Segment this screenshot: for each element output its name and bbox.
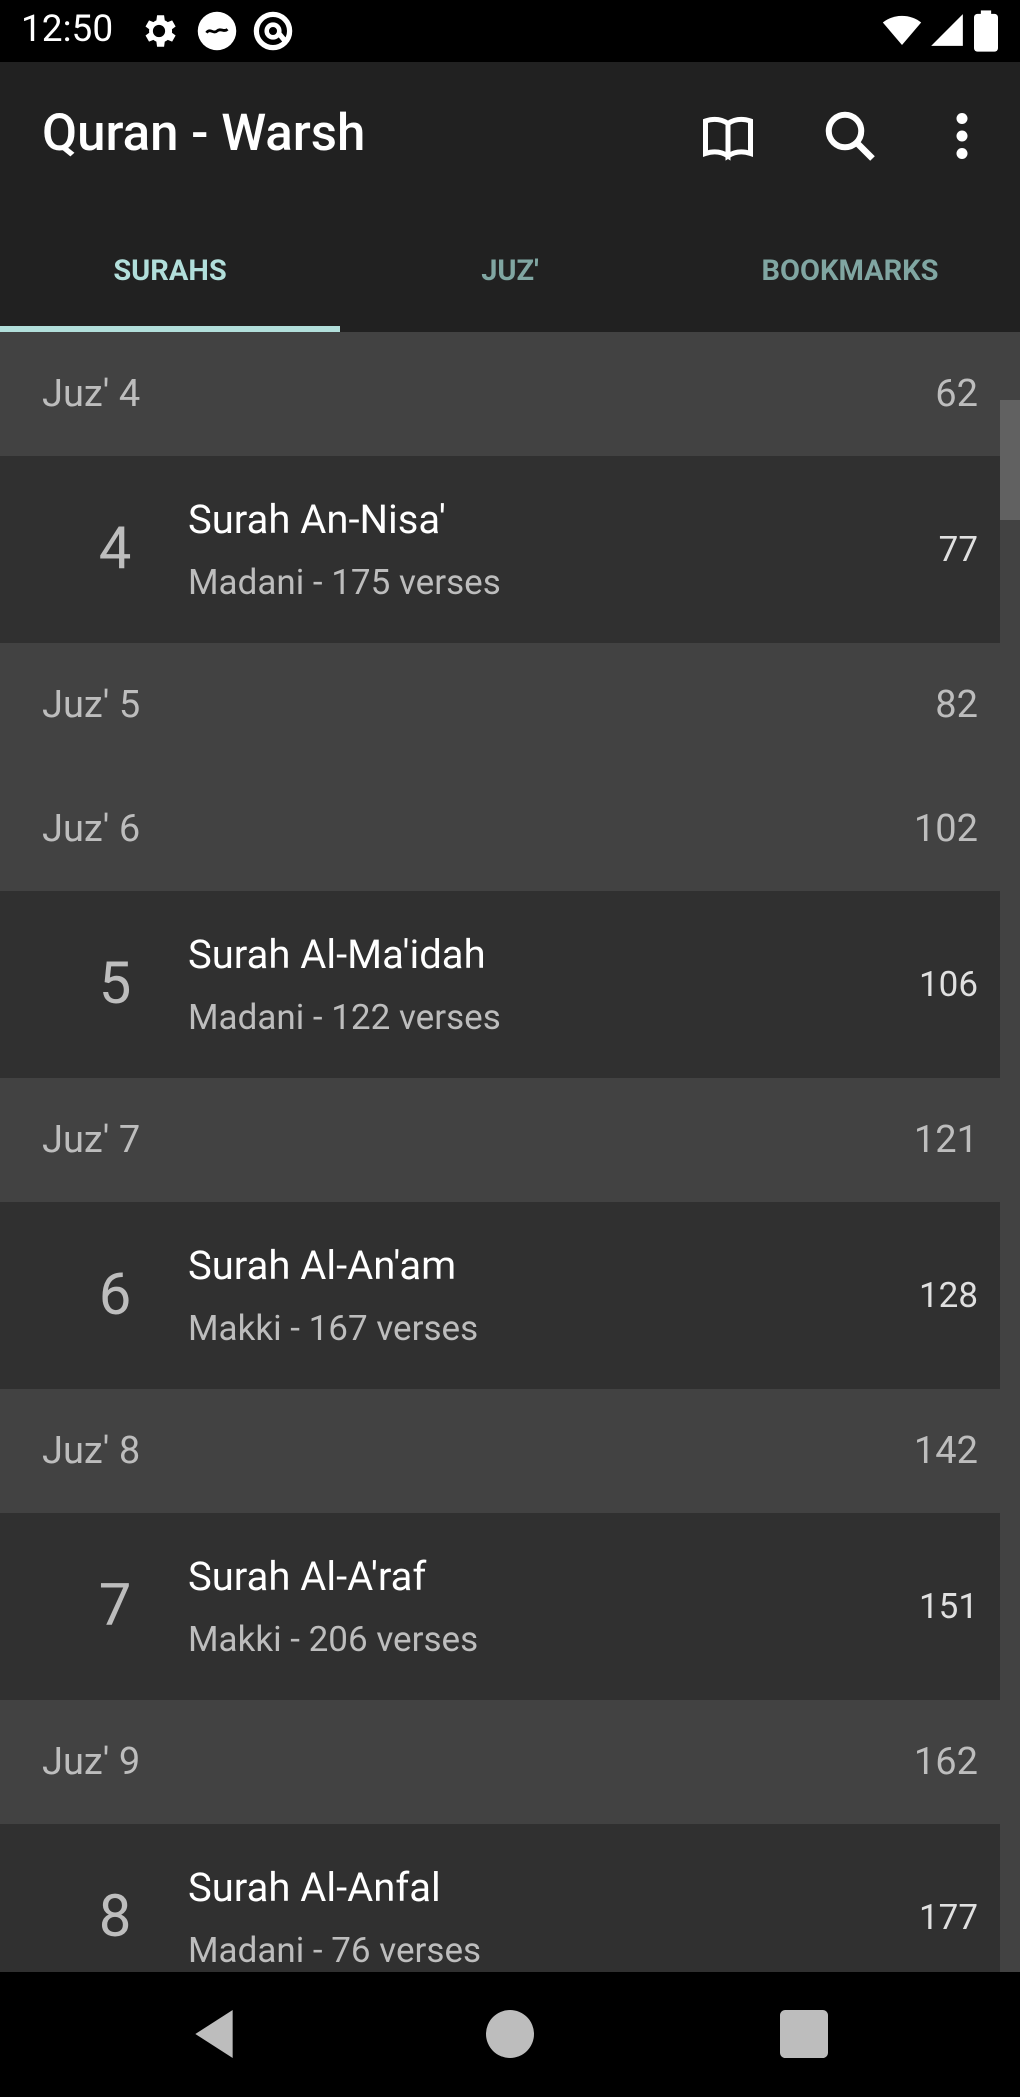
surah-number: 6 (98, 1261, 132, 1329)
home-icon[interactable] (478, 2002, 542, 2066)
recents-icon[interactable] (772, 2002, 836, 2066)
surah-row[interactable]: 7 Surah Al-A'raf Makki - 206 verses 151 (0, 1513, 1000, 1700)
more-options-icon[interactable] (932, 106, 992, 166)
cell-signal-icon (931, 14, 963, 46)
surah-number: 8 (98, 1883, 132, 1951)
juz-page-number: 162 (913, 1740, 978, 1784)
surah-number: 7 (98, 1572, 132, 1640)
juz-header-row[interactable]: Juz' 5 82 (0, 643, 1000, 767)
juz-page-number: 102 (913, 807, 978, 851)
battery-icon (974, 10, 998, 52)
juz-page-number: 82 (935, 683, 978, 727)
wifi-icon (882, 15, 922, 45)
surah-name: Surah An-Nisa' (188, 496, 446, 543)
surah-meta: Makki - 206 verses (188, 1619, 479, 1660)
juz-label: Juz' 7 (42, 1118, 141, 1162)
surah-row[interactable]: 4 Surah An-Nisa' Madani - 175 verses 77 (0, 456, 1000, 643)
surah-row[interactable]: 6 Surah Al-An'am Makki - 167 verses 128 (0, 1202, 1000, 1389)
juz-header-row[interactable]: Juz' 9 162 (0, 1700, 1000, 1824)
surah-name: Surah Al-Anfal (188, 1864, 441, 1911)
app-notification-icon (197, 11, 237, 51)
surah-page-number: 128 (918, 1275, 978, 1316)
scrollbar-thumb[interactable] (1000, 400, 1020, 520)
surah-name: Surah Al-An'am (188, 1242, 457, 1289)
juz-label: Juz' 8 (42, 1429, 141, 1473)
tab-juz[interactable]: JUZ' (340, 210, 680, 332)
surah-row[interactable]: 5 Surah Al-Ma'idah Madani - 122 verses 106 (0, 891, 1000, 1078)
surah-meta: Madani - 122 verses (188, 997, 501, 1038)
status-time: 12:50 (21, 8, 114, 51)
surah-page-number: 77 (938, 529, 978, 570)
juz-label: Juz' 4 (42, 372, 141, 416)
surah-name: Surah Al-A'raf (188, 1553, 427, 1600)
juz-label: Juz' 6 (42, 807, 141, 851)
juz-page-number: 62 (935, 372, 978, 416)
juz-label: Juz' 5 (42, 683, 141, 727)
tab-bookmarks[interactable]: BOOKMARKS (680, 210, 1020, 332)
surah-number: 4 (98, 515, 132, 583)
settings-icon (145, 15, 176, 47)
juz-page-number: 121 (913, 1118, 978, 1162)
surah-meta: Madani - 76 verses (188, 1930, 482, 1971)
juz-label: Juz' 9 (42, 1740, 141, 1784)
status-bar: 12:50 (0, 0, 1020, 62)
back-icon[interactable] (182, 2002, 246, 2066)
surah-page-number: 151 (918, 1586, 978, 1627)
surah-list[interactable]: Juz' 4 62 4 Surah An-Nisa' Madani - 175 vers… (0, 332, 1020, 1972)
surah-name: Surah Al-Ma'idah (188, 931, 486, 978)
at-sign-icon (253, 11, 293, 51)
juz-header-row[interactable]: Juz' 8 142 (0, 1389, 1000, 1513)
surah-number: 5 (98, 950, 132, 1018)
app-bar: Quran - Warsh SURAHS JUZ' BOOKMARKS (0, 62, 1020, 333)
juz-page-number: 142 (913, 1429, 978, 1473)
app-title: Quran - Warsh (42, 104, 366, 163)
book-icon[interactable] (698, 106, 758, 166)
juz-header-row[interactable]: Juz' 7 121 (0, 1078, 1000, 1202)
search-icon[interactable] (820, 106, 880, 166)
surah-meta: Makki - 167 verses (188, 1308, 479, 1349)
surah-page-number: 177 (918, 1897, 978, 1938)
juz-header-row[interactable]: Juz' 6 102 (0, 767, 1000, 891)
tab-surahs[interactable]: SURAHS (0, 210, 340, 332)
surah-meta: Madani - 175 verses (188, 562, 501, 603)
navigation-bar (0, 1972, 1020, 2097)
surah-page-number: 106 (918, 964, 978, 1005)
surah-row[interactable]: 8 Surah Al-Anfal Madani - 76 verses 177 (0, 1824, 1000, 1972)
juz-header-row[interactable]: Juz' 4 62 (0, 332, 1000, 456)
tab-bar: SURAHS JUZ' BOOKMARKS (0, 210, 1020, 333)
